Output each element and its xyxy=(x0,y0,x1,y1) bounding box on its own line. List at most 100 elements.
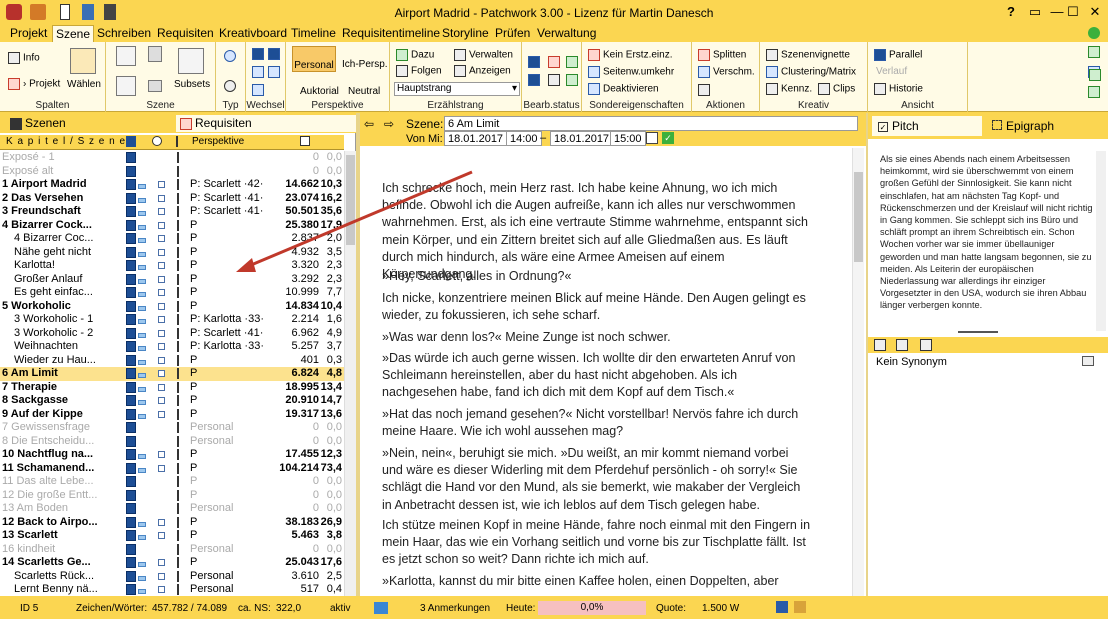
verwalten-button[interactable]: Verwalten xyxy=(454,49,513,61)
auktorial-button[interactable]: Auktorial xyxy=(300,86,339,97)
kennz-button[interactable]: Kennz. xyxy=(766,83,812,95)
help-button[interactable]: ? xyxy=(1000,2,1022,22)
menu-projekt[interactable]: Projekt xyxy=(10,26,47,40)
table-row[interactable]: 13 Scarlett P 5.463 3,8 xyxy=(0,529,344,543)
scene-info-icon[interactable] xyxy=(158,262,165,269)
scene-info-icon[interactable] xyxy=(158,343,165,350)
start-date-field[interactable]: 18.01.2017 xyxy=(444,131,508,146)
start-time-field[interactable]: 14:00 xyxy=(506,131,542,146)
scene-info-icon[interactable] xyxy=(158,383,165,391)
kein-erstz-button[interactable]: Kein Erstz.einz. xyxy=(588,49,672,61)
close-button[interactable]: ✕ xyxy=(1084,2,1106,22)
ich-persp-button[interactable]: Ich-Persp. xyxy=(342,59,388,70)
scene-list-scroll-thumb[interactable] xyxy=(346,155,355,245)
epigraph-resize-handle[interactable] xyxy=(958,331,998,333)
book-icon[interactable] xyxy=(920,339,932,351)
scene-info-icon[interactable] xyxy=(158,181,165,188)
delete-icon[interactable] xyxy=(148,46,162,62)
side-tool-icon-1[interactable] xyxy=(1088,46,1100,58)
deaktivieren-button[interactable]: Deaktivieren xyxy=(588,83,659,95)
status-anmerkungen[interactable]: 3 Anmerkungen xyxy=(420,603,490,614)
new-scene-icon[interactable] xyxy=(116,46,136,66)
scene-info-icon[interactable] xyxy=(158,532,165,539)
scene-info-icon[interactable] xyxy=(158,329,165,337)
neutral-button[interactable]: Neutral xyxy=(348,86,380,97)
parallel-button[interactable]: Parallel xyxy=(874,49,922,61)
table-row[interactable]: Nähe geht nicht P 4.932 3,5 xyxy=(0,246,344,260)
scene-info-icon[interactable] xyxy=(158,410,165,418)
anzeigen-button[interactable]: Anzeigen xyxy=(454,65,511,77)
table-row[interactable]: Exposé - 1 0 0,0 xyxy=(0,151,344,165)
szenenvignette-button[interactable]: Szenenvignette xyxy=(766,49,850,61)
projekt-button[interactable]: › Projekt xyxy=(8,78,60,90)
editor-scroll-thumb[interactable] xyxy=(854,172,863,262)
scene-title-input[interactable]: 6 Am Limit xyxy=(444,116,858,131)
status-icon-1[interactable] xyxy=(528,56,540,68)
table-row[interactable]: Karlotta! P 3.320 2,3 xyxy=(0,259,344,273)
historie-button[interactable]: Historie xyxy=(874,83,923,95)
annotations-icon[interactable] xyxy=(374,602,388,614)
scene-info-icon[interactable] xyxy=(158,275,165,283)
confirm-check-icon[interactable]: ✓ xyxy=(662,132,674,144)
table-row[interactable]: Weihnachten P: Karlotta ·33· 5.257 3,7 xyxy=(0,340,344,354)
wechsel-icon-5[interactable] xyxy=(252,84,264,96)
column-header-words-icon[interactable] xyxy=(300,136,310,146)
table-row[interactable]: 7 Gewissensfrage Personal 0 0,0 xyxy=(0,421,344,435)
table-row[interactable]: Lernt Benny nä... Personal 517 0,4 xyxy=(0,583,344,596)
scene-info-icon[interactable] xyxy=(158,302,165,310)
tab-epigraph[interactable]: Epigraph xyxy=(986,116,1060,136)
tab-requisiten[interactable]: Requisiten xyxy=(176,115,356,132)
thesaurus-icon[interactable] xyxy=(874,339,886,351)
table-row[interactable]: 3 Freundschaft P: Scarlett ·41· 50.501 35,6 xyxy=(0,205,344,219)
calendar-icon[interactable] xyxy=(646,132,658,144)
epigraph-scrollbar[interactable] xyxy=(1096,151,1106,331)
copy-scene-icon[interactable] xyxy=(116,76,136,96)
end-time-field[interactable]: 15:00 xyxy=(610,131,646,146)
back-arrow-icon[interactable]: ⇦ xyxy=(364,117,374,131)
scene-info-icon[interactable] xyxy=(158,289,165,296)
side-tool-icon-3[interactable] xyxy=(1088,86,1100,98)
wechsel-icon-2[interactable] xyxy=(268,48,280,60)
personal-button[interactable]: Personal xyxy=(292,46,336,72)
table-row[interactable]: 11 Schamanend... P 104.214 73,4 xyxy=(0,462,344,476)
table-row[interactable]: Exposé alt 0 0,0 xyxy=(0,165,344,179)
table-row[interactable]: 11 Das alte Lebe... P 0 0,0 xyxy=(0,475,344,489)
wechsel-icon-4[interactable] xyxy=(268,66,280,78)
scene-info-icon[interactable] xyxy=(158,356,165,364)
scene-info-icon[interactable] xyxy=(158,208,165,215)
table-row[interactable]: 8 Die Entscheidu... Personal 0 0,0 xyxy=(0,435,344,449)
status-indicator-icon[interactable] xyxy=(1088,27,1100,39)
end-date-field[interactable]: 18.01.2017 xyxy=(550,131,614,146)
editor-scrollbar[interactable] xyxy=(852,148,864,596)
menu-kreativboard[interactable]: Kreativboard xyxy=(219,26,287,40)
table-row[interactable]: 12 Die große Entt... P 0 0,0 xyxy=(0,489,344,503)
table-row[interactable]: 4 Bizarrer Cock... P 25.380 17,9 xyxy=(0,219,344,233)
scene-info-icon[interactable] xyxy=(158,194,165,202)
scene-list-scrollbar[interactable] xyxy=(344,151,356,596)
epigraph-text[interactable]: Als sie eines Abends nach einem Arbeitse… xyxy=(876,151,1098,331)
text-editor[interactable]: Ich schrecke hoch, mein Herz rast. Ich h… xyxy=(360,148,852,596)
maximize-button[interactable]: ☐ xyxy=(1062,2,1084,22)
check-icon[interactable] xyxy=(566,56,578,68)
column-header-info-icon[interactable] xyxy=(152,136,162,146)
verschm-button[interactable]: Verschm. xyxy=(698,66,755,78)
scene-info-icon[interactable] xyxy=(158,397,165,404)
side-tool-icon-4[interactable] xyxy=(1089,69,1101,81)
menu-szene[interactable]: Szene xyxy=(52,25,95,43)
double-check-icon[interactable] xyxy=(566,74,578,86)
table-row[interactable]: Scarletts Rück... Personal 3.610 2,5 xyxy=(0,570,344,584)
tab-pitch[interactable]: ✓ Pitch xyxy=(872,116,982,136)
table-row[interactable]: Es geht einfac... P 10.999 7,7 xyxy=(0,286,344,300)
menu-storyline[interactable]: Storyline xyxy=(442,26,489,40)
table-row[interactable]: Wieder zu Hau... P 401 0,3 xyxy=(0,354,344,368)
info-button[interactable]: Info xyxy=(8,52,40,64)
scene-info-icon[interactable] xyxy=(158,518,165,526)
column-header-perspektive[interactable]: Perspektive xyxy=(192,136,244,147)
table-row[interactable]: 16 kindheit Personal 0 0,0 xyxy=(0,543,344,557)
subsets-button[interactable]: Subsets xyxy=(174,79,210,90)
table-row[interactable]: 9 Auf der Kippe P 19.317 13,6 xyxy=(0,408,344,422)
waehlen-button[interactable]: Wählen xyxy=(67,79,101,90)
restore-icon[interactable]: ▭ xyxy=(1024,2,1046,22)
table-row[interactable]: 13 Am Boden Personal 0 0,0 xyxy=(0,502,344,516)
table-row[interactable]: Großer Anlauf P 3.292 2,3 xyxy=(0,273,344,287)
